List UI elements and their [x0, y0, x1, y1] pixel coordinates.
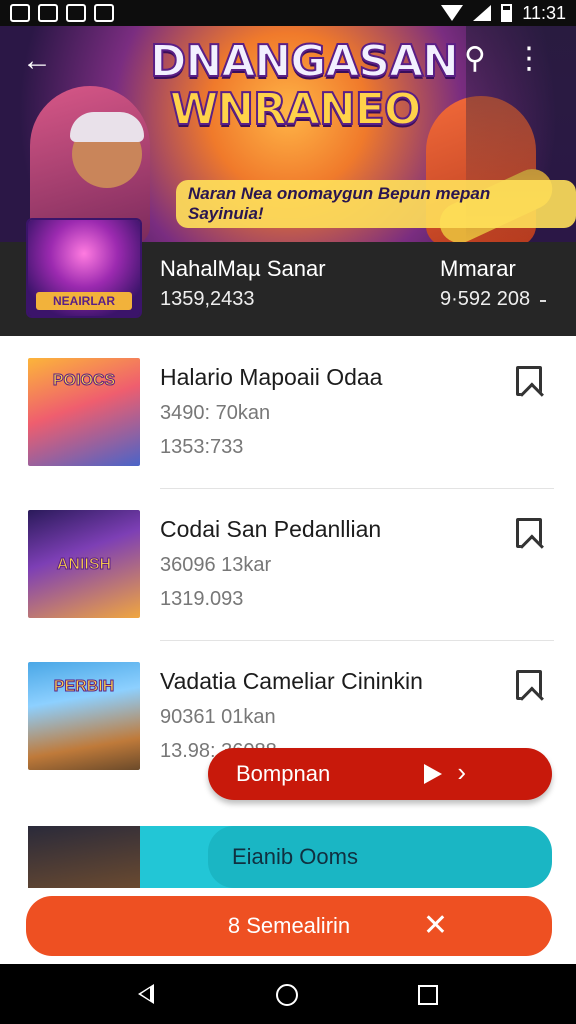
thumbnail-label: ANIISH — [56, 556, 112, 574]
notification-icon — [94, 4, 114, 22]
close-icon[interactable]: ✕ — [423, 908, 448, 943]
chevron-right-icon: › — [457, 757, 466, 787]
secondary-action-button[interactable]: Eianib Ooms — [208, 826, 552, 888]
featured-thumbnail-label: NEAIRLAR — [36, 292, 132, 310]
featured-thumbnail[interactable]: NEAIRLAR — [28, 220, 140, 316]
list-item-title: Vadatia Cameliar Cininkin — [160, 668, 423, 694]
list-item-title: Codai San Pedanllian — [160, 516, 382, 542]
status-time: 11:31 — [522, 2, 566, 23]
featured-number: 1359,2433 — [160, 288, 255, 310]
list-item-thumbnail[interactable]: ANIISH — [28, 510, 140, 618]
bookmark-icon[interactable] — [516, 670, 542, 700]
system-nav-bar — [0, 964, 576, 1024]
hero-character-hair — [70, 112, 144, 142]
list-item-subtitle: 90361 01kan — [160, 706, 276, 728]
wifi-icon — [441, 5, 464, 21]
dismiss-bar-label: 8 Semealirin — [227, 913, 351, 938]
secondary-action-label: Eianib Ooms — [232, 844, 358, 869]
hero-subtitle: Naran Nea onomaygun Bepun mepan Sayinuia… — [176, 180, 576, 228]
list-item-thumbnail[interactable]: PERBIH — [28, 662, 140, 770]
hero-title-line1: DNANGASAN — [149, 36, 460, 87]
thumbnail-label: PERBIH — [53, 678, 115, 696]
nav-back-icon[interactable] — [138, 984, 154, 1004]
list-item-thumbnail[interactable]: POIOCS — [28, 358, 140, 466]
more-options-icon[interactable]: ⋮ — [514, 44, 544, 74]
back-arrow-icon[interactable]: ← — [22, 46, 52, 76]
nav-home-icon[interactable] — [276, 984, 298, 1006]
featured-name-secondary: Mmarar — [440, 256, 516, 281]
hero-banner: DNANGASAN WNRANEO Naran Nea onomaygun Be… — [0, 26, 576, 242]
featured-strip[interactable]: NEAIRLAR NahalMaµ Sanar 1359,2433 Mmarar… — [0, 220, 576, 336]
bookmark-icon[interactable] — [516, 366, 542, 396]
featured-name: NahalMaµ Sanar — [160, 256, 326, 281]
list-item-subtitle: 36096 13kar — [160, 554, 272, 576]
divider — [160, 488, 554, 489]
list-item-number: 1353:733 — [160, 436, 244, 458]
signal-icon — [473, 5, 492, 21]
notification-icon — [10, 4, 30, 22]
divider — [160, 640, 554, 641]
list-item-subtitle: 3490: 70kan — [160, 402, 271, 424]
nav-recents-icon[interactable] — [418, 985, 438, 1005]
featured-number-secondary: 9·592 208 — [440, 288, 531, 310]
list-item-title: Halario Mapoaii Odaa — [160, 364, 383, 390]
notification-icon — [66, 4, 86, 22]
notification-icon — [38, 4, 58, 22]
play-icon — [424, 764, 442, 784]
dash-icon — [540, 300, 546, 302]
list-item-thumbnail[interactable] — [28, 826, 140, 888]
list-item-number: 1319.093 — [160, 588, 244, 610]
primary-action-button[interactable]: Bompnan › — [208, 748, 552, 800]
search-icon[interactable]: ⚲ — [464, 44, 486, 74]
thumbnail-label: POIOCS — [52, 372, 116, 390]
status-bar: 11:31 — [0, 0, 576, 26]
primary-action-label: Bompnan — [236, 761, 331, 786]
battery-icon — [501, 4, 513, 22]
dismiss-bar-button[interactable]: 8 Semealirin ✕ — [26, 896, 552, 956]
hero-title: DNANGASAN WNRANEO — [149, 36, 460, 135]
notification-icons — [10, 4, 114, 22]
hero-title-line2: WNRANEO — [169, 84, 423, 135]
bookmark-icon[interactable] — [516, 518, 542, 548]
